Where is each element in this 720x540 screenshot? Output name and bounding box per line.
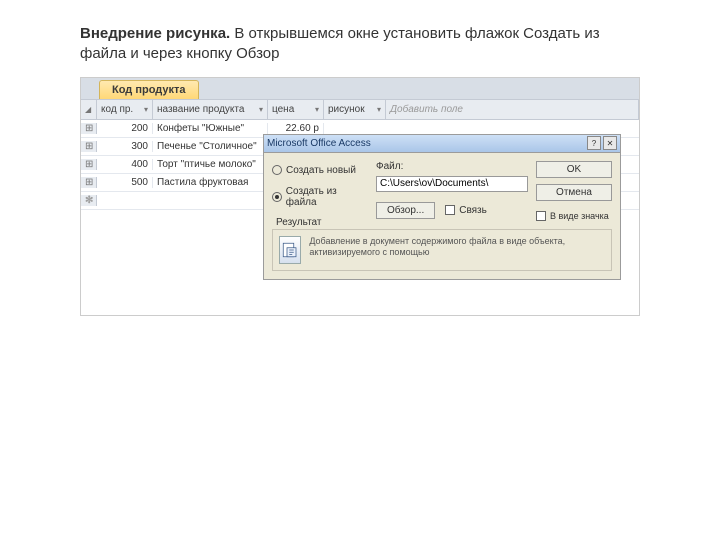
insert-object-dialog: Microsoft Office Access ? ✕ Создать новы… [263,134,621,280]
help-icon[interactable]: ? [587,136,601,150]
cell-code[interactable]: 300 [97,141,153,152]
result-description: Добавление в документ содержимого файла … [309,236,605,259]
radio-create-from-file-label: Создать из файла [286,186,368,208]
result-group: Добавление в документ содержимого файла … [272,229,612,271]
row-selector-header[interactable]: ◢ [81,100,97,119]
radio-create-from-file[interactable]: Создать из файла [272,186,368,208]
file-label: Файл: [376,161,528,172]
file-path-input[interactable] [376,176,528,192]
dialog-titlebar[interactable]: Microsoft Office Access ? ✕ [264,135,620,153]
column-product-name[interactable]: название продукта▾ [153,100,268,119]
checkbox-box-icon [445,205,455,215]
tab-product-code[interactable]: Код продукта [99,80,199,99]
cell-price[interactable]: 22.60 р [268,123,324,134]
row-expander-icon[interactable]: ⊞ [81,159,97,170]
row-expander-icon[interactable]: ⊞ [81,177,97,188]
document-embed-icon [279,236,301,264]
radio-dot-icon [272,192,282,202]
column-product-code[interactable]: код пр.▾ [97,100,153,119]
browse-button[interactable]: Обзор... [376,202,435,219]
access-screenshot: Код продукта ◢ код пр.▾ название продукт… [80,77,640,316]
cancel-button[interactable]: Отмена [536,184,612,201]
new-record-icon: ✻ [81,195,97,206]
column-price[interactable]: цена▾ [268,100,324,119]
cell-name[interactable]: Торт "птичье молоко" [153,159,268,170]
column-picture[interactable]: рисунок▾ [324,100,386,119]
cell-code[interactable]: 500 [97,177,153,188]
cell-code[interactable]: 400 [97,159,153,170]
link-checkbox-label: Связь [459,205,487,216]
radio-dot-icon [272,165,282,175]
radio-create-new-label: Создать новый [286,165,356,176]
dialog-title: Microsoft Office Access [267,138,371,149]
datasheet-tab-bar: Код продукта [81,78,639,100]
cell-code[interactable]: 200 [97,123,153,134]
column-add-field[interactable]: Добавить поле [386,100,639,119]
checkbox-box-icon [536,211,546,221]
instruction-caption: Внедрение рисунка. В открывшемся окне ус… [80,24,640,65]
link-checkbox[interactable]: Связь [445,205,487,216]
result-group-label: Результат [272,217,325,228]
as-icon-label: В виде значка [550,211,609,221]
cell-name[interactable]: Конфеты "Южные" [153,123,268,134]
ok-button[interactable]: OK [536,161,612,178]
close-icon[interactable]: ✕ [603,136,617,150]
row-expander-icon[interactable]: ⊞ [81,123,97,134]
as-icon-checkbox[interactable]: В виде значка [536,211,612,221]
radio-create-new[interactable]: Создать новый [272,165,368,176]
row-expander-icon[interactable]: ⊞ [81,141,97,152]
cell-name[interactable]: Пастила фруктовая [153,177,268,188]
cell-name[interactable]: Печенье "Столичное" [153,141,268,152]
datasheet-header-row: ◢ код пр.▾ название продукта▾ цена▾ рису… [81,100,639,120]
